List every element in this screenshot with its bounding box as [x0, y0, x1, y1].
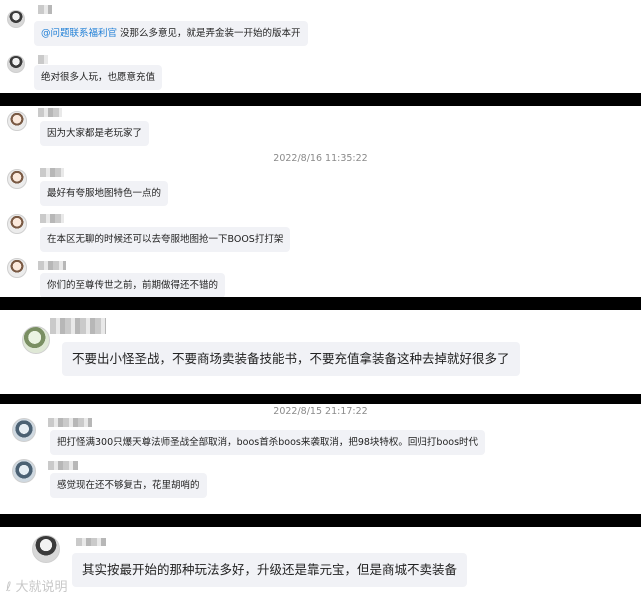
- chat-bubble[interactable]: 你们的至尊传世之前，前期做得还不错的: [40, 273, 226, 297]
- message-text: 把打怪满300只爆天尊法师圣战全部取消，boos首杀boos来袭取消，把98块特…: [57, 437, 479, 448]
- sender-name: [38, 108, 62, 117]
- message-text: 最好有夸服地图特色一点的: [47, 188, 162, 199]
- sender-name: [40, 168, 64, 177]
- message-text: 不要出小怪圣战，不要商场卖装备技能书，不要充值拿装备这种去掉就好很多了: [72, 351, 510, 366]
- watermark: ℓ 大就说明: [6, 576, 68, 595]
- sender-name: [76, 538, 106, 546]
- avatar[interactable]: [7, 55, 25, 73]
- chat-panel-4: 2022/8/15 21:17:22 把打怪满300只爆天尊法师圣战全部取消，b…: [0, 404, 641, 514]
- chat-bubble[interactable]: 在本区无聊的时候还可以去夸服地图抢一下BOOS打打架: [40, 227, 291, 252]
- watermark-text: 大就说明: [15, 580, 68, 595]
- message-text: 其实按最开始的那种玩法多好，升级还是靠元宝，但是商城不卖装备: [82, 562, 458, 577]
- sender-name: [48, 418, 92, 427]
- timestamp: 2022/8/16 11:35:22: [273, 153, 368, 164]
- chat-panel-3: 不要出小怪圣战，不要商场卖装备技能书，不要充值拿装备这种去掉就好很多了: [0, 310, 641, 394]
- avatar[interactable]: [12, 459, 36, 483]
- avatar[interactable]: [7, 214, 27, 234]
- avatar[interactable]: [7, 111, 27, 131]
- message-text: 你们的至尊传世之前，前期做得还不错的: [47, 280, 219, 291]
- message-text: 在本区无聊的时候还可以去夸服地图抢一下BOOS打打架: [47, 234, 284, 245]
- message-text: 没那么多意见，就是弄金装一开始的版本开: [117, 28, 301, 39]
- avatar[interactable]: [12, 418, 36, 442]
- message-text: 绝对很多人玩，也愿意充值: [41, 72, 156, 83]
- sender-name: [38, 55, 48, 64]
- sender-name: [38, 261, 66, 270]
- avatar[interactable]: [32, 535, 60, 563]
- chat-bubble[interactable]: 其实按最开始的那种玩法多好，升级还是靠元宝，但是商城不卖装备: [72, 553, 468, 587]
- sender-name: [38, 5, 52, 14]
- timestamp: 2022/8/15 21:17:22: [273, 406, 368, 417]
- chat-bubble[interactable]: 不要出小怪圣战，不要商场卖装备技能书，不要充值拿装备这种去掉就好很多了: [62, 342, 520, 376]
- chat-bubble[interactable]: 最好有夸服地图特色一点的: [40, 181, 169, 206]
- avatar[interactable]: [7, 169, 27, 189]
- chat-panel-2: 因为大家都是老玩家了 2022/8/16 11:35:22 最好有夸服地图特色一…: [0, 106, 641, 297]
- chat-bubble[interactable]: 把打怪满300只爆天尊法师圣战全部取消，boos首杀boos来袭取消，把98块特…: [50, 430, 486, 455]
- avatar[interactable]: [7, 10, 25, 28]
- message-text: 感觉现在还不够复古，花里胡哨的: [57, 480, 200, 491]
- chat-panel-5: 其实按最开始的那种玩法多好，升级还是靠元宝，但是商城不卖装备: [0, 527, 641, 600]
- message-text: 因为大家都是老玩家了: [47, 128, 143, 139]
- chat-bubble[interactable]: 感觉现在还不够复古，花里胡哨的: [50, 473, 207, 498]
- avatar[interactable]: [7, 258, 27, 278]
- chat-panel-1: @问题联系福利官 没那么多意见，就是弄金装一开始的版本开 绝对很多人玩，也愿意充…: [0, 0, 641, 93]
- chat-bubble[interactable]: 因为大家都是老玩家了: [40, 121, 150, 146]
- mention-link[interactable]: @问题联系福利官: [41, 28, 117, 39]
- watermark-icon: ℓ: [6, 580, 12, 595]
- sender-name: [48, 461, 78, 470]
- chat-bubble[interactable]: @问题联系福利官 没那么多意见，就是弄金装一开始的版本开: [34, 21, 308, 46]
- sender-name: [50, 318, 106, 334]
- chat-bubble[interactable]: 绝对很多人玩，也愿意充值: [34, 65, 163, 90]
- sender-name: [40, 214, 64, 223]
- avatar[interactable]: [22, 326, 50, 354]
